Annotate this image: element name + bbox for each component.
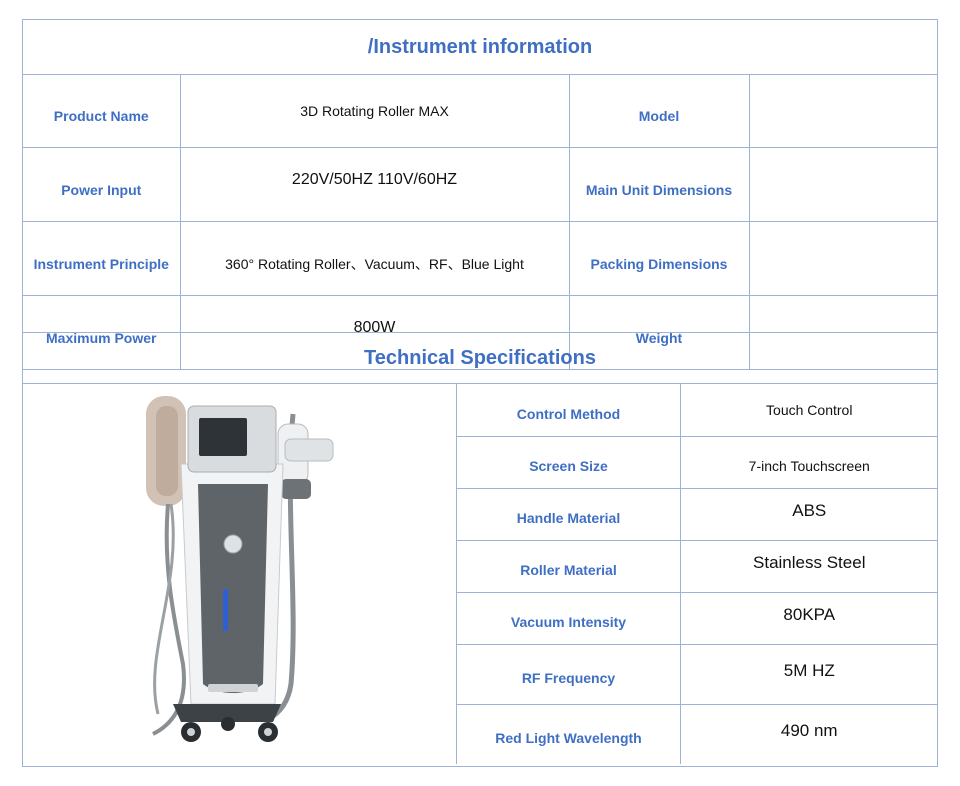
- red-light-wavelength-label: Red Light Wavelength: [456, 703, 681, 764]
- table-row: Instrument Principle 360° Rotating Rolle…: [23, 221, 937, 296]
- screen-size-label: Screen Size: [456, 435, 681, 489]
- rf-frequency-label: RF Frequency: [456, 643, 681, 705]
- instrument-info-table: Product Name 3D Rotating Roller MAX Mode…: [23, 74, 937, 370]
- table-row: Product Name 3D Rotating Roller MAX Mode…: [23, 74, 937, 148]
- handle-material-label: Handle Material: [456, 487, 681, 541]
- instrument-info-title: /Instrument information: [367, 35, 593, 58]
- table-row: Roller Material Stainless Steel: [456, 539, 938, 593]
- model-value: [748, 74, 937, 148]
- table-row: Screen Size 7-inch Touchscreen: [456, 435, 938, 489]
- main-unit-dimensions-value: [748, 147, 937, 222]
- beauty-device-machine-icon: [146, 396, 334, 742]
- instrument-info-header: /Instrument information: [23, 20, 937, 75]
- product-name-label: Product Name: [23, 74, 181, 148]
- instrument-principle-value: 360° Rotating Roller、Vacuum、RF、Blue Ligh…: [179, 221, 570, 296]
- table-row: Red Light Wavelength 490 nm: [456, 703, 938, 764]
- roller-material-value: Stainless Steel: [680, 539, 938, 593]
- tech-specs-title: Technical Specifications: [364, 346, 596, 369]
- power-input-value: 220V/50HZ 110V/60HZ: [179, 147, 570, 222]
- handle-material-value: ABS: [680, 487, 938, 541]
- control-method-value: Touch Control: [680, 384, 938, 437]
- table-row: Vacuum Intensity 80KPA: [456, 591, 938, 645]
- tech-specs-table: Control Method Touch Control Screen Size…: [456, 384, 938, 764]
- vacuum-intensity-value: 80KPA: [680, 591, 938, 645]
- product-image: [23, 384, 456, 766]
- screen-size-value: 7-inch Touchscreen: [680, 435, 938, 489]
- roller-material-label: Roller Material: [456, 539, 681, 593]
- rf-frequency-value: 5M HZ: [680, 643, 938, 705]
- table-row: Power Input 220V/50HZ 110V/60HZ Main Uni…: [23, 147, 937, 222]
- control-method-label: Control Method: [456, 384, 681, 437]
- packing-dimensions-value: [748, 221, 937, 296]
- spec-sheet-frame: /Instrument information Product Name 3D …: [22, 19, 938, 767]
- vacuum-intensity-label: Vacuum Intensity: [456, 591, 681, 645]
- main-unit-dimensions-label: Main Unit Dimensions: [568, 147, 750, 222]
- table-row: Handle Material ABS: [456, 487, 938, 541]
- tech-specs-header: Technical Specifications: [23, 332, 937, 384]
- red-light-wavelength-value: 490 nm: [680, 703, 938, 764]
- product-name-value: 3D Rotating Roller MAX: [179, 74, 570, 148]
- table-row: Control Method Touch Control: [456, 384, 938, 437]
- packing-dimensions-label: Packing Dimensions: [568, 221, 750, 296]
- instrument-principle-label: Instrument Principle: [23, 221, 181, 296]
- table-row: RF Frequency 5M HZ: [456, 643, 938, 705]
- power-input-label: Power Input: [23, 147, 181, 222]
- model-label: Model: [568, 74, 750, 148]
